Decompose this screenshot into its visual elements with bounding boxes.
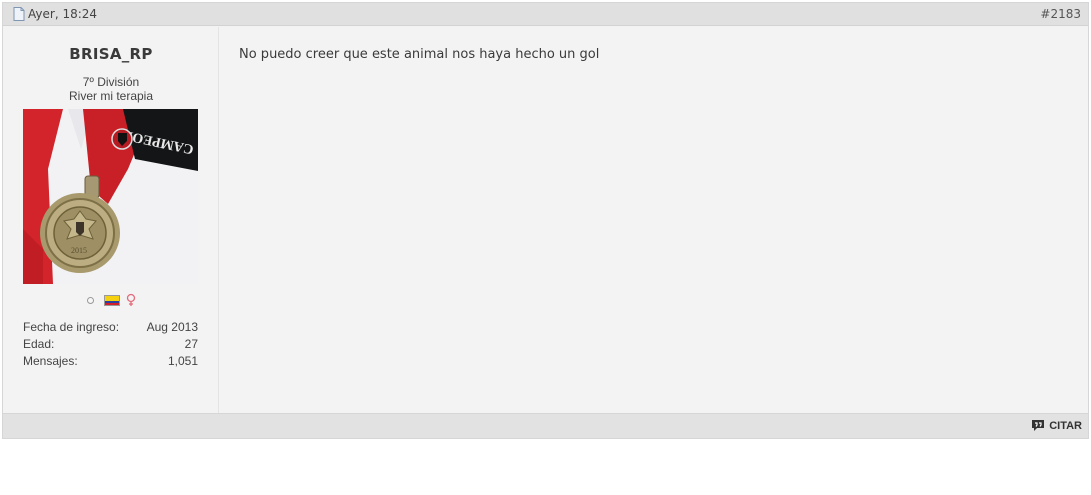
- user-status-icons: [3, 293, 219, 307]
- post-date: Ayer, 18:24: [13, 7, 97, 21]
- stat-value: 27: [184, 337, 198, 351]
- quote-bubble-icon: [1032, 420, 1045, 431]
- avatar[interactable]: CAMPEON 2015: [23, 109, 198, 284]
- user-info-panel: BRISA_RP 7º División River mi terapia CA…: [3, 27, 219, 415]
- colombia-flag-icon: [103, 294, 120, 306]
- offline-status-icon: [86, 296, 94, 304]
- stat-age: Edad: 27: [23, 336, 198, 353]
- post-date-text: Ayer, 18:24: [28, 7, 98, 21]
- stat-value: Aug 2013: [146, 320, 198, 334]
- avatar-image: CAMPEON 2015: [23, 109, 198, 284]
- user-rank: 7º División: [82, 75, 140, 89]
- stat-label: Mensajes:: [23, 354, 78, 368]
- user-stats: Fecha de ingreso: Aug 2013 Edad: 27 Mens…: [23, 319, 198, 370]
- post-message: No puedo creer que este animal nos haya …: [239, 47, 600, 62]
- female-gender-icon: [126, 293, 135, 306]
- post-number-link[interactable]: #2183: [1040, 7, 1081, 21]
- stat-label: Fecha de ingreso:: [23, 320, 120, 334]
- document-icon: [13, 7, 25, 21]
- post-header: Ayer, 18:24 #2183: [3, 3, 1088, 26]
- stat-value: 1,051: [167, 354, 198, 368]
- stat-join-date: Fecha de ingreso: Aug 2013: [23, 319, 198, 336]
- quote-label: CITAR: [1049, 419, 1082, 432]
- forum-post: Ayer, 18:24 #2183 BRISA_RP 7º División R…: [2, 2, 1089, 439]
- username-link[interactable]: BRISA_RP: [3, 45, 219, 63]
- stat-posts: Mensajes: 1,051: [23, 353, 198, 370]
- post-footer: CITAR: [3, 413, 1088, 438]
- user-title: River mi terapia: [68, 89, 154, 103]
- stat-label: Edad:: [23, 337, 55, 351]
- quote-button[interactable]: CITAR: [1031, 419, 1082, 432]
- svg-text:2015: 2015: [71, 246, 87, 255]
